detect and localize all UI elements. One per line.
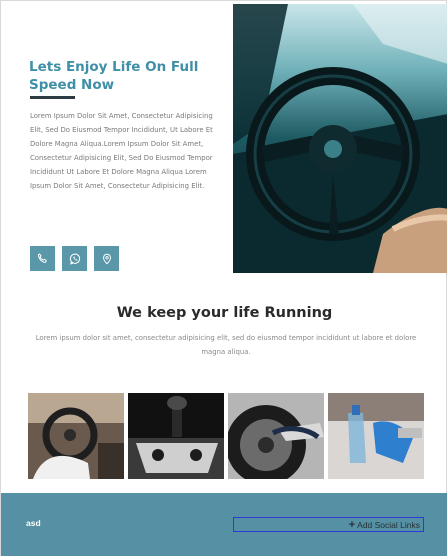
phone-icon [37, 253, 47, 263]
title-underline [30, 96, 75, 99]
whatsapp-button[interactable] [62, 246, 87, 271]
hero-body-text: Lorem Ipsum Dolor Sit Amet, Consectetur … [30, 112, 213, 190]
page: Lets Enjoy Life On Full Speed Now Lorem … [0, 0, 447, 556]
add-social-links-label: Add Social Links [357, 519, 420, 530]
footer: asd + Add Social Links [1, 493, 447, 556]
add-social-links-button[interactable]: + Add Social Links [233, 517, 424, 532]
social-icon-row [30, 246, 119, 271]
plus-icon: + [348, 518, 356, 531]
phone-button[interactable] [30, 246, 55, 271]
footer-brand: asd [26, 518, 41, 528]
car-door-cleaning-photo [328, 393, 424, 479]
section-description: Lorem ipsum dolor sit amet, consectetur … [35, 334, 417, 356]
photo-gallery [28, 393, 424, 479]
gear-shift-photo [128, 393, 224, 479]
location-pin-icon [102, 253, 111, 264]
steering-wheel-photo [233, 4, 447, 273]
car-interior-photo [28, 393, 124, 479]
hero-title: Lets Enjoy Life On Full Speed Now [29, 59, 199, 93]
section-title: We keep your life Running [116, 305, 333, 321]
tire-cleaning-photo [228, 393, 324, 479]
whatsapp-icon [69, 253, 80, 265]
location-button[interactable] [94, 246, 119, 271]
